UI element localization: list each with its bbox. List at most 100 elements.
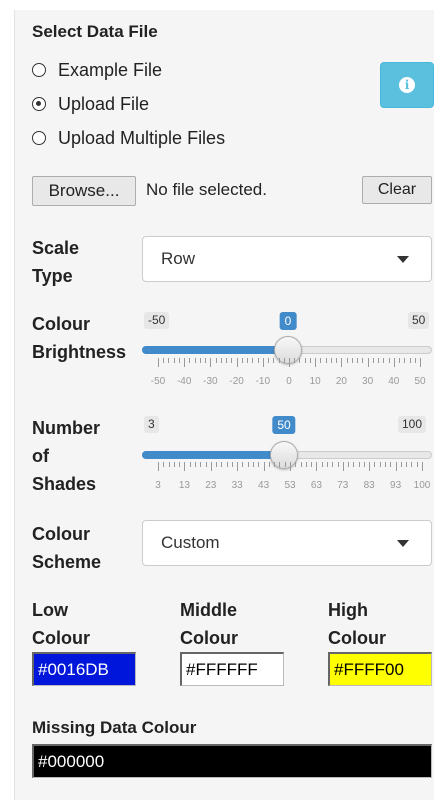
brightness-label: Colour Brightness [32,314,127,362]
scale-type-select[interactable]: Row [142,236,432,282]
caret-down-icon [397,540,409,547]
slider-tick-label: 53 [284,480,296,491]
slider-tick [404,358,406,363]
slider-tick-label: 93 [390,480,402,491]
slider-tick [268,462,270,467]
slider-tick [194,462,196,467]
browse-button[interactable]: Browse... [32,176,136,206]
slider-tick [242,462,244,467]
slider-tick [409,358,411,363]
radio-upload-file[interactable]: Upload File [32,92,149,116]
slider-tick [411,462,413,467]
slider-tick [241,358,243,363]
slider-tick [295,462,297,467]
slider-tick [358,462,360,467]
slider-tick [325,358,327,363]
brightness-max: 50 [408,312,430,329]
slider-tick [168,462,170,467]
shades-max: 100 [398,416,427,433]
slider-tick [289,358,290,367]
radio-button[interactable] [32,131,46,145]
slider-tick [205,358,207,363]
slider-tick [263,462,265,471]
slider-tick [416,462,418,467]
slider-tick-label: 50 [414,376,426,387]
slider-tick-label: 43 [258,480,270,491]
shades-ticks [158,462,423,472]
slider-tick-label: 0 [286,376,292,387]
radio-example-file[interactable]: Example File [32,58,162,82]
slider-tick [422,462,423,471]
slider-tick-label: 63 [310,480,322,491]
slider-tick [253,462,255,467]
slider-tick [210,462,212,471]
slider-tick [226,462,228,467]
file-status-text: No file selected. [146,180,267,199]
slider-tick [189,462,191,467]
slider-tick [274,462,276,467]
slider-tick-label: 30 [362,376,374,387]
slider-tick [304,358,306,363]
missing-data-colour-label: Missing Data Colour [32,718,197,737]
slider-tick [284,462,286,467]
slider-tick [189,358,191,363]
slider-tick [374,462,376,467]
slider-tick [294,358,296,363]
slider-tick [290,462,291,471]
slider-tick [330,358,332,363]
slider-tick [273,358,275,363]
slider-tick [372,358,374,363]
slider-tick [163,462,165,467]
radio-label: Upload Multiple Files [58,127,226,148]
slider-tick [268,358,270,363]
brightness-ticks [158,358,421,368]
slider-tick-label: -10 [255,376,271,387]
slider-tick [326,462,328,467]
missing-data-colour-input[interactable]: #000000 [32,744,432,778]
slider-tick [309,358,311,363]
slider-tick [363,462,365,467]
slider-tick [279,462,281,467]
slider-tick [278,358,280,363]
slider-tick [220,358,222,363]
slider-tick [346,358,348,363]
slider-tick [300,462,302,467]
scale-type-label: Scale Type [32,238,80,286]
slider-tick [184,462,186,471]
slider-tick-label: 23 [205,480,217,491]
shades-min: 3 [144,416,159,433]
slider-tick [226,358,228,363]
slider-tick [400,462,402,467]
scale-type-value: Row [161,249,196,268]
slider-tick [158,358,159,367]
slider-tick [258,462,260,467]
info-button[interactable]: i [380,62,434,108]
slider-tick-label: 33 [231,480,243,491]
colour-scheme-select[interactable]: Custom [142,520,432,566]
slider-tick-label: -20 [229,376,244,387]
slider-tick [414,358,416,363]
slider-tick [321,462,323,467]
clear-button[interactable]: Clear [362,176,432,204]
slider-tick [237,462,239,471]
slider-tick [369,462,371,471]
high-colour-input[interactable]: #FFFF00 [328,652,432,686]
brightness-value-badge: 0 [279,312,297,330]
slider-tick [320,358,322,363]
slider-tick-label: 73 [337,480,349,491]
slider-tick [378,358,380,363]
slider-tick [247,462,249,467]
middle-colour-input[interactable]: #FFFFFF [180,652,284,686]
radio-button[interactable] [32,97,46,111]
slider-tick [215,358,217,363]
radio-upload-multiple-files[interactable]: Upload Multiple Files [32,126,225,150]
slider-tick [316,462,318,471]
slider-tick [199,358,201,363]
radio-button[interactable] [32,63,46,77]
data-file-title: Select Data File [32,22,158,41]
slider-tick [351,358,353,363]
slider-tick [194,358,196,363]
slider-tick [390,462,392,467]
slider-tick [399,358,401,363]
low-colour-input[interactable]: #0016DB [32,652,136,686]
